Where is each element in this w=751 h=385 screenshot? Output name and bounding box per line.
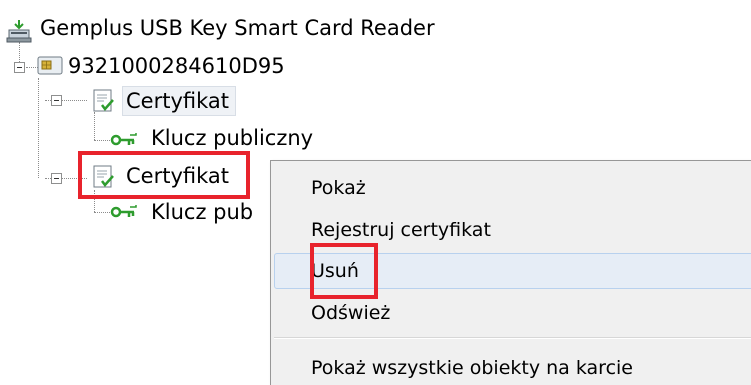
tree-guide-card	[38, 78, 39, 178]
tree-node-public-key-2[interactable]: Klucz pub	[151, 198, 253, 226]
highlight-box-certificate	[78, 151, 250, 199]
menu-item-show[interactable]: Pokaż	[311, 175, 366, 201]
certificate-manager-view: Gemplus USB Key Smart Card Reader 932100…	[0, 0, 751, 385]
menu-separator	[274, 337, 751, 339]
tree-node-certificate-1[interactable]: Certyfikat	[126, 87, 229, 115]
tree-guide-key2-h	[94, 212, 110, 213]
collapse-minus-icon[interactable]	[51, 95, 62, 106]
tree-guide-key1-h	[94, 140, 110, 141]
menu-item-refresh[interactable]: Odśwież	[311, 300, 390, 326]
public-key-icon	[110, 131, 144, 149]
tree-node-public-key-1[interactable]: Klucz publiczny	[151, 124, 313, 152]
collapse-minus-icon[interactable]	[51, 173, 62, 184]
tree-node-reader[interactable]: Gemplus USB Key Smart Card Reader	[40, 14, 435, 42]
menu-item-show-all-objects[interactable]: Pokaż wszystkie obiekty na karcie	[311, 355, 633, 381]
highlight-box-delete	[310, 243, 378, 299]
tree-node-card[interactable]: 9321000284610D95	[68, 52, 285, 80]
card-reader-icon	[6, 18, 32, 44]
menu-item-register-certificate[interactable]: Rejestruj certyfikat	[311, 217, 491, 243]
public-key-icon	[110, 203, 144, 221]
tree-guide-key1-v	[94, 112, 95, 140]
certificate-icon	[92, 88, 116, 114]
smart-card-icon	[37, 55, 63, 77]
collapse-minus-icon[interactable]	[14, 62, 25, 73]
